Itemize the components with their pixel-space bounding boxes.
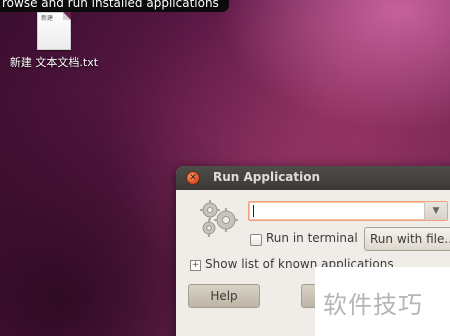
help-button[interactable]: Help — [188, 284, 260, 308]
tooltip-text: rowse and run installed applications — [2, 0, 219, 10]
watermark-text: 软件技巧 — [323, 291, 423, 319]
file-thumbnail-text: 新建 — [41, 15, 54, 22]
text-cursor — [253, 205, 254, 217]
chevron-down-icon[interactable]: ▼ — [424, 202, 447, 220]
desktop-file-label[interactable]: 新建 文本文档.txt — [4, 54, 104, 70]
desktop: rowse and run installed applications 新建 … — [0, 0, 450, 336]
run-in-terminal-checkbox[interactable] — [250, 234, 262, 246]
dialog-titlebar[interactable]: ✕ Run Application — [176, 166, 450, 190]
command-combobox[interactable]: ▼ — [248, 201, 448, 221]
text-file-icon[interactable]: 新建 — [37, 12, 71, 50]
watermark: 软件技巧 — [315, 267, 450, 336]
command-input[interactable] — [253, 204, 423, 218]
close-icon[interactable]: ✕ — [186, 171, 200, 185]
dialog-title: Run Application — [213, 170, 321, 184]
gears-icon — [199, 199, 239, 238]
plus-icon[interactable]: + — [190, 260, 201, 271]
page-fold — [63, 12, 71, 20]
tooltip: rowse and run installed applications — [0, 0, 229, 12]
run-in-terminal-label[interactable]: Run in terminal — [266, 231, 358, 245]
run-with-file-button[interactable]: Run with file... — [364, 227, 450, 251]
desktop-file-item[interactable]: 新建 新建 文本文档.txt — [4, 12, 104, 70]
